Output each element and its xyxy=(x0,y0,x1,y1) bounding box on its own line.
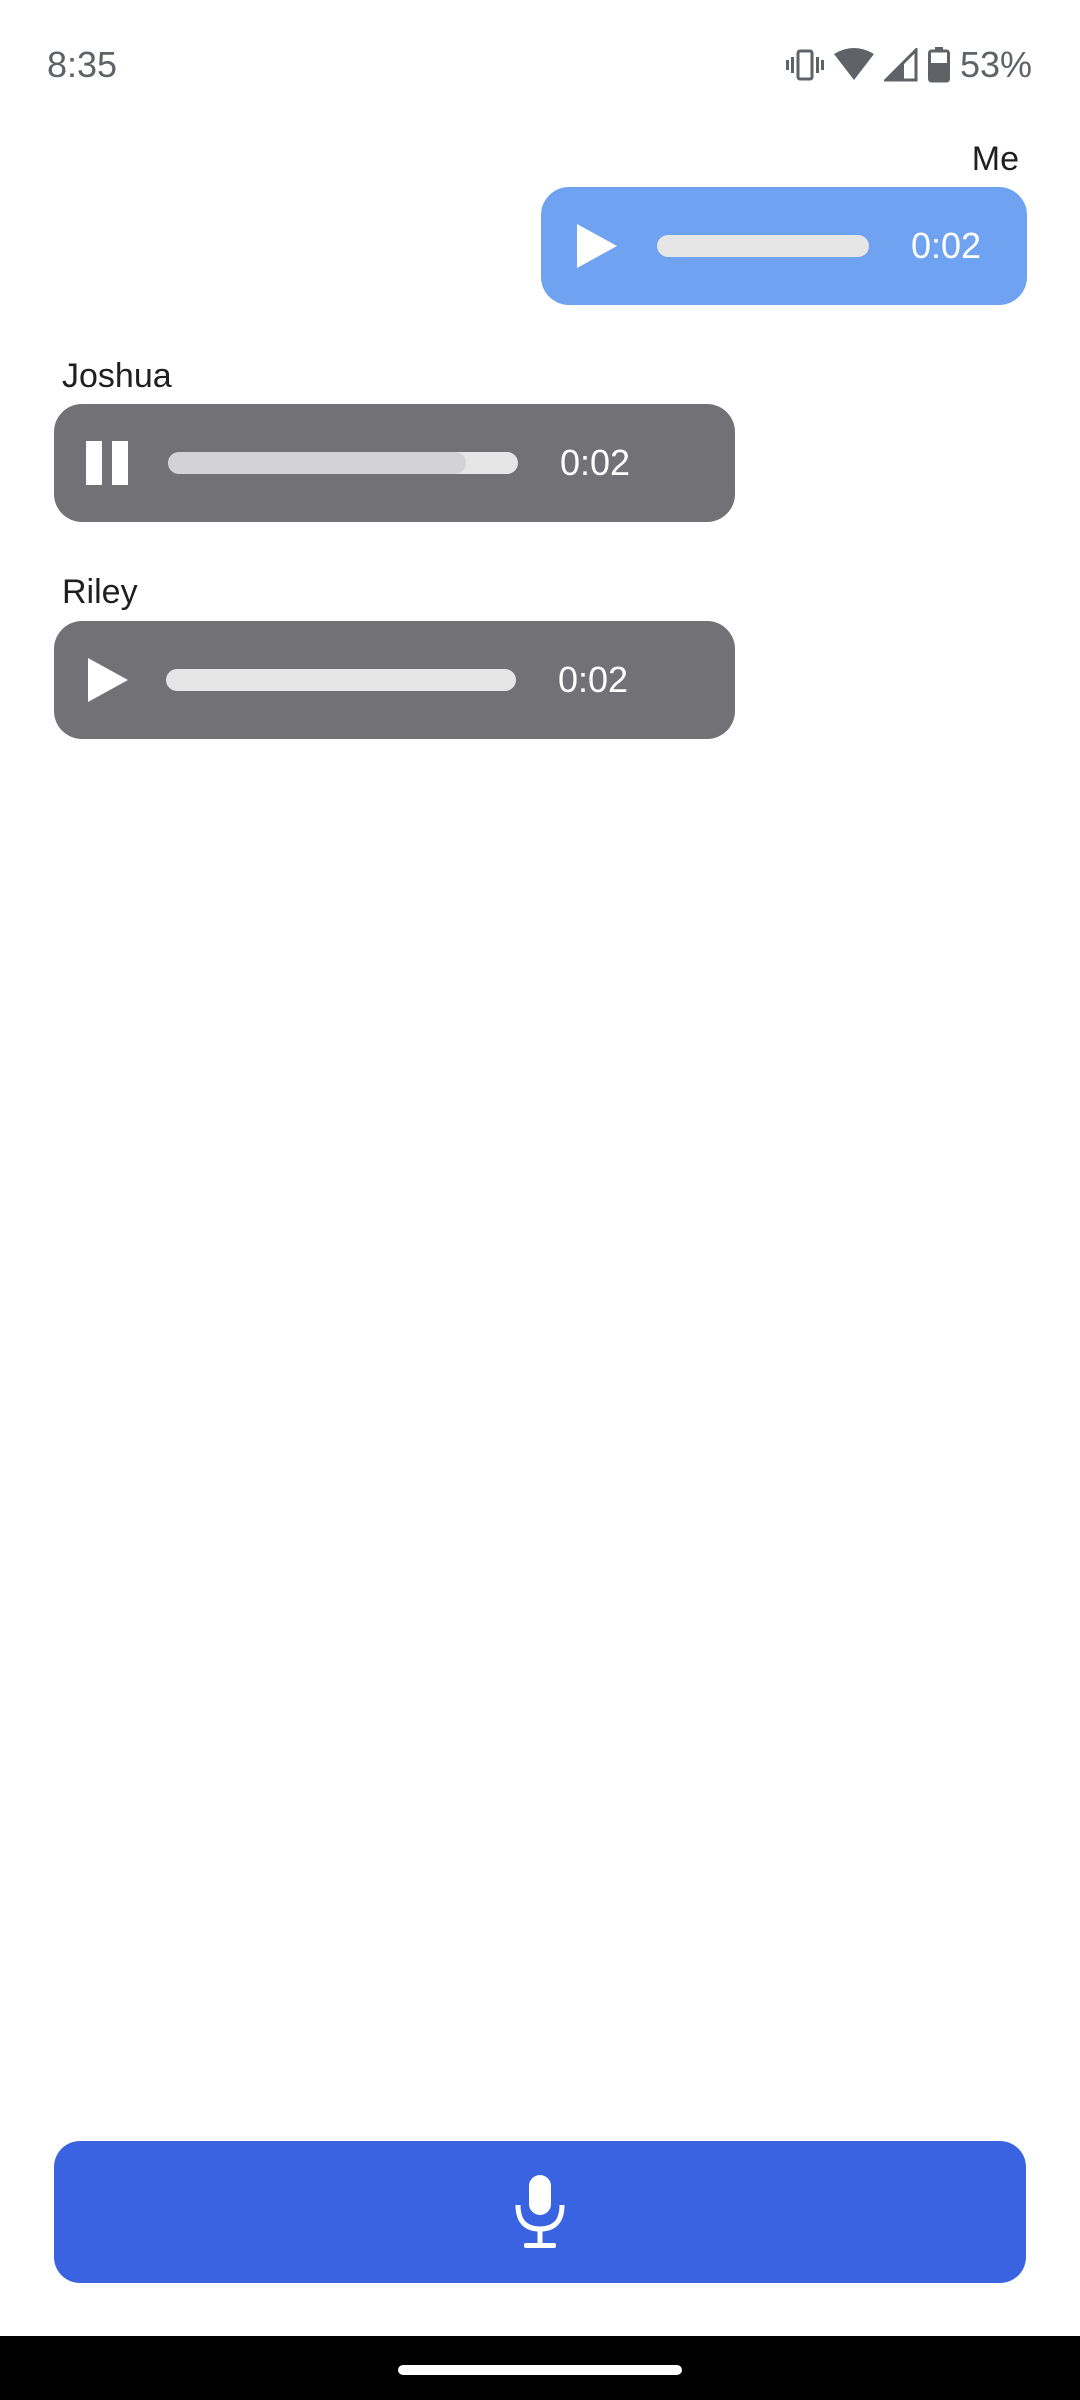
voice-message-joshua[interactable]: 0:02 xyxy=(54,404,735,522)
voice-message-riley[interactable]: 0:02 xyxy=(54,621,735,739)
battery-percent: 53% xyxy=(959,44,1032,85)
vibrate-icon xyxy=(785,48,824,82)
battery-icon xyxy=(927,47,950,83)
home-indicator[interactable] xyxy=(398,2365,682,2375)
navigation-bar xyxy=(0,2336,1080,2400)
duration-label: 0:02 xyxy=(558,659,629,700)
progress-bar[interactable] xyxy=(166,669,516,691)
record-button[interactable] xyxy=(54,2141,1026,2283)
pause-button[interactable] xyxy=(78,433,138,493)
progress-bar[interactable] xyxy=(168,452,518,474)
sender-name-me: Me xyxy=(971,140,1019,178)
play-icon xyxy=(88,658,128,702)
status-time: 8:35 xyxy=(47,44,118,85)
status-bar: 8:35 53% xyxy=(0,0,1080,120)
sender-name-joshua: Joshua xyxy=(62,357,172,395)
microphone-icon xyxy=(515,2175,565,2248)
signal-icon xyxy=(883,48,918,82)
sender-name-riley: Riley xyxy=(62,573,138,611)
voice-message-me[interactable]: 0:02 xyxy=(541,187,1027,305)
progress-fill xyxy=(168,452,466,474)
play-button[interactable] xyxy=(567,216,627,276)
duration-label: 0:02 xyxy=(911,225,982,266)
progress-bar[interactable] xyxy=(657,235,869,257)
duration-label: 0:02 xyxy=(560,442,631,483)
play-icon xyxy=(577,224,617,268)
status-icons: 53% xyxy=(785,44,1032,86)
play-button[interactable] xyxy=(78,650,138,710)
pause-icon xyxy=(86,441,128,485)
wifi-icon xyxy=(833,48,874,82)
